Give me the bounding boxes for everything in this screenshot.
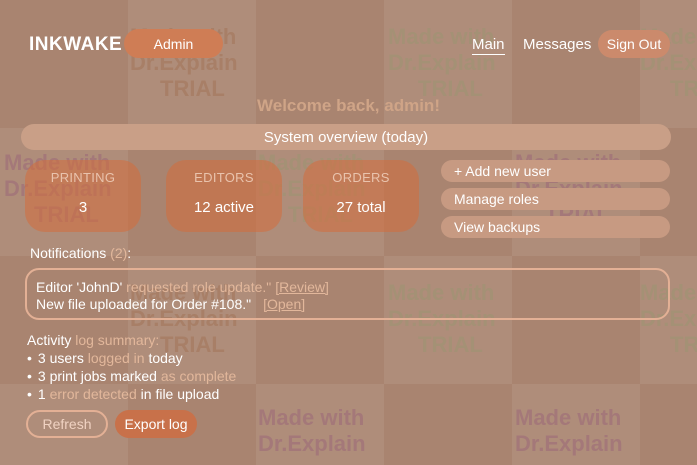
nav-link-messages[interactable]: Messages <box>523 36 591 53</box>
stat-value: 27 total <box>336 199 386 216</box>
stat-value: 3 <box>78 199 88 216</box>
list-item: 3 print jobs marked as complete <box>27 367 236 385</box>
list-item: 1 error detected in file upload <box>27 385 236 403</box>
nav-link-main[interactable]: Main <box>472 36 505 55</box>
stat-card-orders: ORDERS 27 total <box>303 160 419 232</box>
notifications-heading: Notifications (2): <box>30 245 132 261</box>
stat-label: EDITORS <box>194 170 254 185</box>
activity-summary: Activity log summary: 3 users logged in … <box>27 331 236 403</box>
role-badge: Admin <box>124 29 223 58</box>
welcome-heading: Welcome back, admin! <box>257 96 440 115</box>
list-item: 3 users logged in today <box>27 349 236 367</box>
activity-list: 3 users logged in today 3 print jobs mar… <box>27 349 236 403</box>
notifications-panel: Editor 'JohnD' requested role update." [R… <box>25 268 670 320</box>
export-log-button[interactable]: Export log <box>115 410 197 438</box>
app-logo: INKWAKE <box>29 34 123 55</box>
refresh-button[interactable]: Refresh <box>26 410 108 438</box>
stat-card-editors: EDITORS 12 active <box>166 160 282 232</box>
notification-item: New file uploaded for Order #108." [Open] <box>36 296 306 312</box>
open-link[interactable]: [Open] <box>263 296 305 312</box>
manage-roles-button[interactable]: Manage roles <box>441 188 670 210</box>
activity-heading: Activity log summary: <box>27 332 160 348</box>
stat-label: ORDERS <box>332 170 390 185</box>
overview-bar: System overview (today) <box>21 124 671 150</box>
stat-label: PRINTING <box>50 170 116 185</box>
notification-item: Editor 'JohnD' requested role update." [R… <box>36 279 329 295</box>
add-new-user-button[interactable]: + Add new user <box>441 160 670 182</box>
stat-value: 12 active <box>193 199 255 216</box>
sign-out-button[interactable]: Sign Out <box>598 30 670 58</box>
view-backups-button[interactable]: View backups <box>441 216 670 238</box>
stat-card-printing: PRINTING 3 <box>25 160 141 232</box>
review-link[interactable]: [Review] <box>275 279 329 295</box>
notifications-count: (2) <box>110 245 128 261</box>
